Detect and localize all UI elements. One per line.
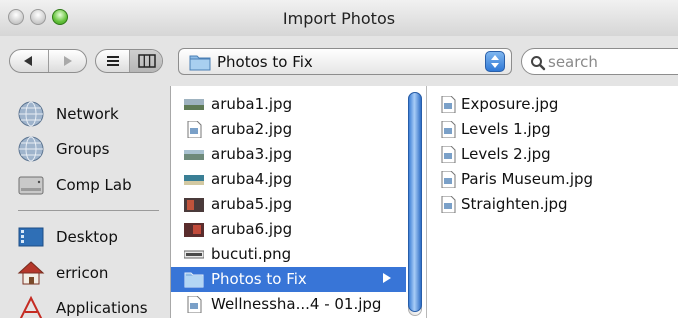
list-view-icon (107, 56, 119, 66)
sidebar-item-erricon[interactable]: erricon (0, 256, 170, 290)
back-forward-control (9, 49, 87, 73)
forward-button[interactable] (49, 50, 86, 72)
sidebar-item-desktop[interactable]: Desktop (0, 220, 170, 254)
list-item[interactable]: Exposure.jpg (427, 92, 662, 117)
file-name: Paris Museum.jpg (461, 170, 594, 188)
sidebar-item-groups[interactable]: Groups (0, 132, 170, 166)
sidebar-item-label: Desktop (56, 228, 118, 246)
file-name: aruba4.jpg (211, 170, 293, 188)
image-file-icon (441, 196, 456, 213)
file-name: Wellnessha...4 - 01.jpg (211, 295, 382, 313)
window-title: Import Photos (282, 9, 396, 28)
network-globe-icon (18, 101, 44, 127)
file-name: Levels 2.jpg (461, 145, 551, 163)
photo-thumbnail-icon (184, 175, 204, 185)
folder-icon (184, 272, 204, 288)
list-item[interactable]: Wellnessha...4 - 01.jpg (171, 292, 406, 317)
view-mode-control (95, 49, 163, 73)
list-view-button[interactable] (96, 50, 129, 72)
image-file-icon (441, 146, 456, 163)
list-item[interactable]: Levels 2.jpg (427, 142, 662, 167)
sidebar-item-label: Comp Lab (56, 176, 132, 194)
file-name: aruba6.jpg (211, 220, 293, 238)
image-file-icon (187, 121, 202, 138)
list-item[interactable]: aruba1.jpg (171, 92, 406, 117)
location-label: Photos to Fix (217, 53, 313, 71)
up-down-arrows-icon (491, 55, 499, 68)
photo-thumbnail-icon (184, 99, 204, 110)
file-name: aruba2.jpg (211, 120, 293, 138)
disclosure-arrow-icon (383, 273, 391, 283)
sidebar-item-label: Groups (56, 140, 110, 158)
location-popup[interactable]: Photos to Fix (178, 48, 512, 75)
image-file-icon (441, 121, 456, 138)
popup-stepper[interactable] (485, 51, 505, 72)
file-name: aruba3.jpg (211, 145, 293, 163)
desktop-icon (18, 227, 44, 247)
browser-column-1: aruba1.jpg aruba2.jpg aruba3.jpg aruba4.… (171, 86, 427, 318)
list-item[interactable]: aruba2.jpg (171, 117, 406, 142)
file-name: Levels 1.jpg (461, 120, 551, 138)
toolbar: Photos to Fix search (0, 36, 678, 86)
photo-thumbnail-icon (184, 223, 204, 237)
png-thumbnail-icon (184, 250, 204, 259)
list-item[interactable]: aruba5.jpg (171, 192, 406, 217)
list-item[interactable]: Straighten.jpg (427, 192, 662, 217)
photo-thumbnail-icon (184, 150, 204, 160)
column-view-button[interactable] (130, 50, 162, 72)
folder-name: Photos to Fix (211, 270, 307, 288)
search-icon (531, 56, 546, 71)
groups-globe-icon (18, 136, 44, 162)
image-file-icon (441, 96, 456, 113)
forward-arrow-icon (64, 56, 72, 66)
applications-icon (19, 295, 43, 318)
sidebar-item-label: Applications (56, 299, 148, 317)
list-item[interactable]: bucuti.png (171, 242, 406, 267)
image-file-icon (187, 296, 202, 313)
sidebar-item-label: Network (56, 105, 119, 123)
list-item[interactable]: aruba3.jpg (171, 142, 406, 167)
sidebar: Network Groups Comp Lab Desktop erricon … (0, 86, 171, 318)
photo-thumbnail-icon (184, 198, 204, 212)
image-file-icon (441, 171, 456, 188)
column-view-icon (138, 54, 156, 68)
sidebar-item-label: erricon (56, 264, 109, 282)
hard-drive-icon (18, 176, 44, 195)
search-placeholder: search (548, 53, 598, 71)
list-item[interactable]: aruba4.jpg (171, 167, 406, 192)
title-bar: Import Photos (0, 0, 678, 37)
browser-column-2: Exposure.jpg Levels 1.jpg Levels 2.jpg P… (427, 86, 678, 318)
back-button[interactable] (10, 50, 48, 72)
column-1-scrollbar[interactable] (408, 92, 424, 316)
list-item[interactable]: Paris Museum.jpg (427, 167, 662, 192)
back-arrow-icon (24, 56, 32, 66)
folder-icon (189, 55, 211, 71)
sidebar-item-comp-lab[interactable]: Comp Lab (0, 168, 170, 202)
file-name: Straighten.jpg (461, 195, 568, 213)
file-name: Exposure.jpg (461, 95, 559, 113)
list-item[interactable]: Levels 1.jpg (427, 117, 662, 142)
file-name: aruba5.jpg (211, 195, 293, 213)
file-name: aruba1.jpg (211, 95, 293, 113)
sidebar-item-network[interactable]: Network (0, 97, 170, 131)
home-icon (17, 261, 45, 285)
file-name: bucuti.png (211, 245, 292, 263)
scroll-thumb[interactable] (408, 92, 422, 312)
list-item[interactable]: aruba6.jpg (171, 217, 406, 242)
sidebar-item-applications[interactable]: Applications (0, 291, 170, 318)
list-item-selected[interactable]: Photos to Fix (171, 267, 406, 292)
search-field[interactable]: search (521, 48, 678, 75)
sidebar-divider (18, 210, 159, 211)
